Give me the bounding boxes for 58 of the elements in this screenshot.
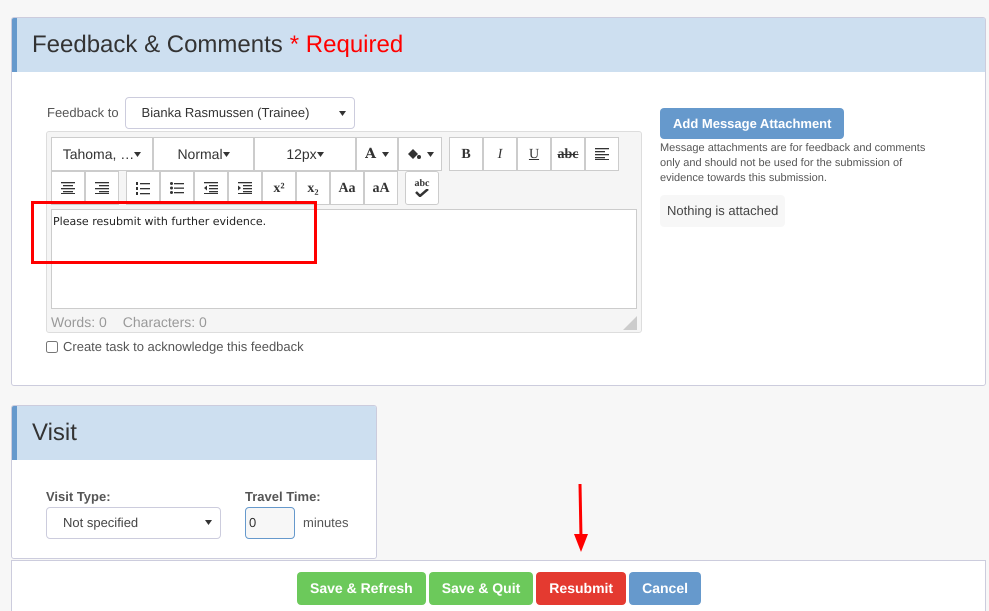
fill-color-icon — [406, 148, 420, 160]
editor-text: Please resubmit with further evidence. — [53, 215, 266, 228]
format-button[interactable]: B — [449, 137, 483, 171]
format-button[interactable]: x² — [262, 171, 296, 205]
font-color-button[interactable]: A — [356, 137, 398, 171]
align-left-icon — [595, 148, 609, 160]
panel-title: Feedback & Comments — [32, 30, 283, 60]
format-button[interactable]: x₂ — [296, 171, 330, 205]
toolbar-select[interactable]: Tahoma, … — [51, 137, 153, 171]
outdent-icon — [204, 182, 218, 194]
format-button[interactable]: U — [517, 137, 551, 171]
action-button[interactable]: Resubmit — [536, 572, 626, 605]
format-button[interactable]: abc — [551, 137, 585, 171]
indent-icon — [238, 182, 252, 194]
caret-icon — [426, 152, 434, 156]
word-count: Words: 0 — [51, 313, 107, 332]
highlight-button[interactable] — [398, 137, 442, 171]
field-label: Visit Type: — [46, 488, 112, 506]
format-button[interactable]: aA — [364, 171, 398, 205]
align-right-icon — [95, 182, 109, 194]
travel-time-field[interactable]: 0 — [245, 506, 295, 538]
unit-label: minutes — [303, 514, 349, 532]
toolbar-icon-button[interactable] — [194, 171, 228, 205]
check-icon — [415, 189, 429, 197]
toolbar-icon-button[interactable] — [85, 171, 119, 205]
caret-icon — [134, 152, 142, 156]
annotation-arrow — [573, 484, 589, 552]
checkbox[interactable] — [46, 340, 58, 353]
field-label: Travel Time: — [245, 488, 322, 506]
toolbar-icon-button[interactable] — [126, 171, 160, 205]
panel-title: Visit — [32, 418, 77, 448]
toolbar-icon-button[interactable] — [585, 137, 619, 171]
toolbar-icon-button[interactable] — [160, 171, 194, 205]
numbered-list-icon — [136, 182, 150, 194]
field-label: Feedback to — [47, 104, 119, 122]
caret-icon — [382, 152, 389, 156]
caret-icon — [316, 152, 324, 156]
attachment-status: Nothing is attached — [660, 195, 786, 226]
caret-icon — [338, 110, 346, 116]
bullet-list-icon — [170, 182, 184, 194]
toolbar-select[interactable]: Normal — [153, 137, 254, 171]
checkbox-label: Create task to acknowledge this feedback — [63, 338, 304, 356]
align-center-icon — [61, 182, 75, 194]
spellcheck-button[interactable]: abc — [405, 171, 439, 205]
toolbar-icon-button[interactable] — [51, 171, 85, 205]
required-label: * Required — [290, 30, 404, 60]
resize-handle-icon — [623, 316, 637, 330]
caret-icon — [205, 520, 212, 525]
format-button[interactable]: I — [483, 137, 517, 171]
visit-type-select[interactable]: Not specified — [46, 506, 221, 538]
editor-text-area[interactable]: Please resubmit with further evidence. — [51, 209, 637, 309]
toolbar-icon-button[interactable] — [228, 171, 262, 205]
caret-icon — [222, 152, 230, 156]
recipient-select[interactable]: Bianka Rasmussen (Trainee) — [124, 97, 355, 129]
attachment-note: Message attachments are for feedback and comments only and should not be used for the submission of evidence towards this submission. — [660, 141, 926, 186]
character-count: Characters: 0 — [122, 313, 207, 332]
format-button[interactable]: Aa — [330, 171, 364, 205]
toolbar-select[interactable]: 12px — [254, 137, 356, 171]
